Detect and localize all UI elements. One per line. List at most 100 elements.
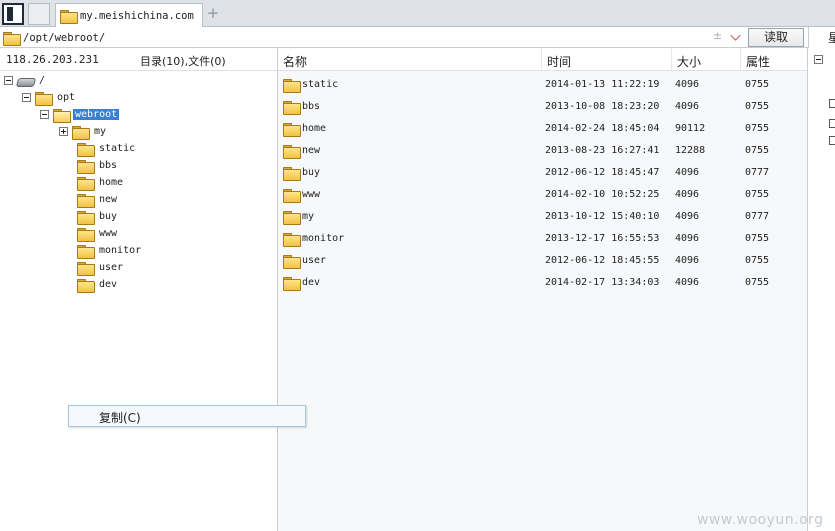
tree-node-label: home [99, 177, 124, 188]
folder-icon [77, 227, 95, 242]
folder-icon [283, 211, 301, 225]
file-attr: 0755 [745, 79, 770, 90]
chevron-down-icon[interactable] [730, 30, 741, 41]
directory-tree-panel: 118.26.203.231 目录(10),文件(0) / opt webroot m… [0, 48, 278, 531]
path-input[interactable]: /opt/webroot/ [0, 28, 746, 47]
column-divider[interactable] [671, 48, 672, 71]
tree-node[interactable]: user [77, 259, 123, 276]
file-time: 2014-02-17 13:34:03 [545, 277, 660, 288]
collapse-icon[interactable] [814, 55, 823, 64]
file-row[interactable]: home 2014-02-24 18:45:04 90112 0755 [278, 118, 807, 140]
tree-node[interactable]: www [77, 225, 117, 242]
context-menu: 复制(C) [68, 405, 306, 427]
column-name[interactable]: 名称 [283, 53, 307, 70]
file-size: 4096 [675, 189, 700, 200]
file-row[interactable]: www 2014-02-10 10:52:25 4096 0755 [278, 184, 807, 206]
folder-icon [283, 145, 301, 159]
item-icon [829, 99, 835, 108]
file-size: 4096 [675, 79, 700, 90]
right-panel-header: 星 [808, 27, 835, 48]
item-icon [829, 119, 835, 128]
expand-icon[interactable] [59, 127, 68, 136]
file-attr: 0755 [745, 189, 770, 200]
file-name: dev [302, 277, 321, 288]
tree-node-label: user [99, 262, 124, 273]
file-list-panel: 名称 时间 大小 属性 static 2014-01-13 11:22:19 409… [278, 48, 807, 531]
file-row[interactable]: static 2014-01-13 11:22:19 4096 0755 [278, 74, 807, 96]
folder-icon [283, 101, 301, 115]
file-attr: 0777 [745, 211, 770, 222]
column-divider[interactable] [740, 48, 741, 71]
tab-bar: my.meishichina.com + [0, 0, 835, 27]
file-row[interactable]: new 2013-08-23 16:27:41 12288 0755 [278, 140, 807, 162]
menu-item-copy[interactable]: 复制(C) [99, 409, 141, 426]
file-time: 2013-10-08 18:23:20 [545, 101, 660, 112]
new-tab-button[interactable]: + [206, 5, 220, 21]
host-ip: 118.26.203.231 [6, 53, 99, 66]
file-name: buy [302, 167, 321, 178]
tree-header: 118.26.203.231 目录(10),文件(0) [0, 48, 277, 71]
file-name: monitor [302, 233, 345, 244]
file-size: 4096 [675, 101, 700, 112]
collapse-icon[interactable] [4, 76, 13, 85]
tree-node[interactable]: new [77, 191, 117, 208]
folder-icon [283, 189, 301, 203]
tree-node-label: static [99, 143, 136, 154]
path-text: /opt/webroot/ [23, 31, 106, 44]
tree-node[interactable]: webroot [40, 106, 120, 123]
file-attr: 0755 [745, 277, 770, 288]
file-size: 4096 [675, 211, 700, 222]
tree-node[interactable]: buy [77, 208, 117, 225]
item-icon [829, 136, 835, 145]
sidebar-toggle-button[interactable] [2, 3, 24, 25]
right-side-panel [807, 48, 835, 531]
directory-summary: 目录(10),文件(0) [140, 55, 226, 68]
file-size: 4096 [675, 277, 700, 288]
folder-icon [72, 125, 90, 140]
tree-node-label: my [94, 126, 107, 137]
tree-node[interactable]: my [59, 123, 106, 140]
collapse-icon[interactable] [22, 93, 31, 102]
tree-node[interactable]: static [77, 140, 135, 157]
tree-node-label: www [99, 228, 118, 239]
tree-node[interactable]: home [77, 174, 123, 191]
folder-icon [283, 277, 301, 291]
file-row[interactable]: dev 2014-02-17 13:34:03 4096 0755 [278, 272, 807, 294]
folder-icon [77, 176, 95, 191]
window-button[interactable] [28, 3, 50, 25]
file-row[interactable]: my 2013-10-12 15:40:10 4096 0777 [278, 206, 807, 228]
file-time: 2013-10-12 15:40:10 [545, 211, 660, 222]
tree-node[interactable]: dev [77, 276, 117, 293]
file-row[interactable]: buy 2012-06-12 18:45:47 4096 0777 [278, 162, 807, 184]
file-size: 4096 [675, 233, 700, 244]
read-button[interactable]: 读取 [748, 28, 804, 47]
folder-icon [77, 244, 95, 259]
tree-node-label: monitor [99, 245, 142, 256]
collapse-icon[interactable] [40, 110, 49, 119]
drive-icon [17, 76, 33, 86]
column-attr[interactable]: 属性 [746, 53, 770, 70]
file-name: bbs [302, 101, 321, 112]
path-options[interactable]: ± [711, 29, 747, 45]
tab-label: my.meishichina.com [80, 9, 194, 22]
tab-site[interactable]: my.meishichina.com [55, 3, 203, 27]
file-row[interactable]: user 2012-06-12 18:45:55 4096 0755 [278, 250, 807, 272]
folder-icon [77, 193, 95, 208]
file-attr: 0755 [745, 255, 770, 266]
tree-node[interactable]: / [4, 72, 45, 89]
folder-icon [283, 233, 301, 247]
right-panel-label: 星 [828, 31, 835, 45]
tree-node-label: / [39, 75, 46, 86]
column-time[interactable]: 时间 [547, 53, 571, 70]
folder-icon [60, 9, 78, 24]
tree-node[interactable]: monitor [77, 242, 141, 259]
file-time: 2014-02-24 18:45:04 [545, 123, 660, 134]
file-attr: 0755 [745, 233, 770, 244]
tree-node[interactable]: opt [22, 89, 75, 106]
tree-node[interactable]: bbs [77, 157, 117, 174]
file-row[interactable]: monitor 2013-12-17 16:55:53 4096 0755 [278, 228, 807, 250]
column-size[interactable]: 大小 [677, 53, 701, 70]
file-time: 2012-06-12 18:45:55 [545, 255, 660, 266]
column-divider[interactable] [541, 48, 542, 71]
file-row[interactable]: bbs 2013-10-08 18:23:20 4096 0755 [278, 96, 807, 118]
